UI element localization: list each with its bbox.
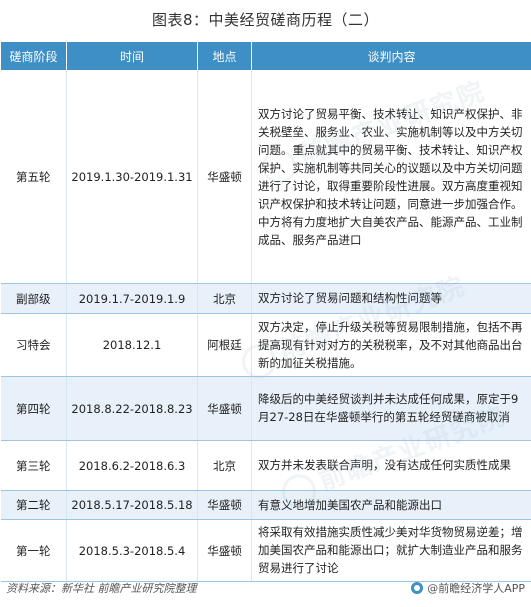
table-row: 习特会 2018.12.1 阿根廷 双方决定，停止升级关税等贸易限制措施，包括不… — [0, 313, 531, 377]
column-header-stage: 磋商阶段 — [0, 41, 67, 71]
time-cell: 2018.6.2-2018.6.3 — [66, 440, 198, 491]
time-cell: 2018.12.1 — [66, 313, 198, 377]
table-row: 第五轮 2019.1.30-2019.1.31 华盛顿 双方讨论了贸易平衡、技术… — [0, 70, 531, 284]
table-header-row: 磋商阶段 时间 地点 谈判内容 — [0, 41, 531, 71]
brand-label: @前瞻经济学人APP — [427, 582, 525, 595]
column-header-place: 地点 — [197, 41, 252, 71]
table-row: 副部级 2019.1.7-2019.1.9 北京 双方讨论了贸易问题和结构性问题… — [0, 283, 531, 314]
negotiation-table: 磋商阶段 时间 地点 谈判内容 第五轮 2019.1.30-2019.1.31 … — [0, 41, 531, 582]
place-cell: 阿根廷 — [197, 313, 252, 377]
page: 图表8：中美经贸磋商历程（二） 磋商阶段 时间 地点 谈判内容 第五轮 2019… — [0, 0, 531, 607]
table-row: 第三轮 2018.6.2-2018.6.3 北京 双方并未发表联合声明，没有达成… — [0, 440, 531, 491]
column-header-time: 时间 — [66, 41, 198, 71]
brand-logo-icon — [411, 582, 424, 594]
place-cell: 华盛顿 — [197, 70, 252, 284]
content-cell: 双方讨论了贸易问题和结构性问题等 — [251, 283, 531, 314]
stage-cell: 第五轮 — [0, 70, 67, 284]
place-cell: 北京 — [197, 440, 252, 491]
place-cell: 北京 — [197, 283, 252, 314]
time-cell: 2019.1.7-2019.1.9 — [66, 283, 198, 314]
table-row: 第四轮 2018.8.22-2018.8.23 华盛顿 降级后的中美经贸谈判并未… — [0, 376, 531, 441]
brand-credit: @前瞻经济学人APP — [411, 580, 525, 596]
content-cell: 双方决定，停止升级关税等贸易限制措施，包括不再提高现有针对对方的关税税率，及不对… — [251, 313, 531, 377]
content-cell: 有意义地增加美国农产品和能源出口 — [251, 490, 531, 520]
stage-cell: 副部级 — [0, 283, 67, 314]
content-cell: 将采取有效措施实质性减少美对华货物贸易逆差；增加美国农产品和能源出口；就扩大制造… — [251, 519, 531, 582]
stage-cell: 第四轮 — [0, 376, 67, 441]
content-cell: 降级后的中美经贸谈判并未达成任何成果，原定于9月27-28日在华盛顿举行的第五轮… — [251, 376, 531, 441]
time-cell: 2018.8.22-2018.8.23 — [66, 376, 198, 441]
column-header-content: 谈判内容 — [251, 41, 531, 71]
stage-cell: 第三轮 — [0, 440, 67, 491]
source-note: 资料来源：新华社 前瞻产业研究院整理 — [6, 582, 197, 595]
footer: 资料来源：新华社 前瞻产业研究院整理 @前瞻经济学人APP — [0, 578, 531, 598]
page-title: 图表8：中美经贸磋商历程（二） — [151, 11, 380, 29]
time-cell: 2018.5.17-2018.5.18 — [66, 490, 198, 520]
time-cell: 2018.5.3-2018.5.4 — [66, 519, 198, 582]
stage-cell: 习特会 — [0, 313, 67, 377]
stage-cell: 第一轮 — [0, 519, 67, 582]
place-cell: 华盛顿 — [197, 519, 252, 582]
place-cell: 华盛顿 — [197, 376, 252, 441]
stage-cell: 第二轮 — [0, 490, 67, 520]
place-cell: 华盛顿 — [197, 490, 252, 520]
table-row: 第二轮 2018.5.17-2018.5.18 华盛顿 有意义地增加美国农产品和… — [0, 490, 531, 520]
time-cell: 2019.1.30-2019.1.31 — [66, 70, 198, 284]
content-cell: 双方并未发表联合声明，没有达成任何实质性成果 — [251, 440, 531, 491]
table-row: 第一轮 2018.5.3-2018.5.4 华盛顿 将采取有效措施实质性减少美对… — [0, 519, 531, 582]
content-cell: 双方讨论了贸易平衡、技术转让、知识产权保护、非关税壁垒、服务业、农业、实施机制等… — [251, 70, 531, 284]
